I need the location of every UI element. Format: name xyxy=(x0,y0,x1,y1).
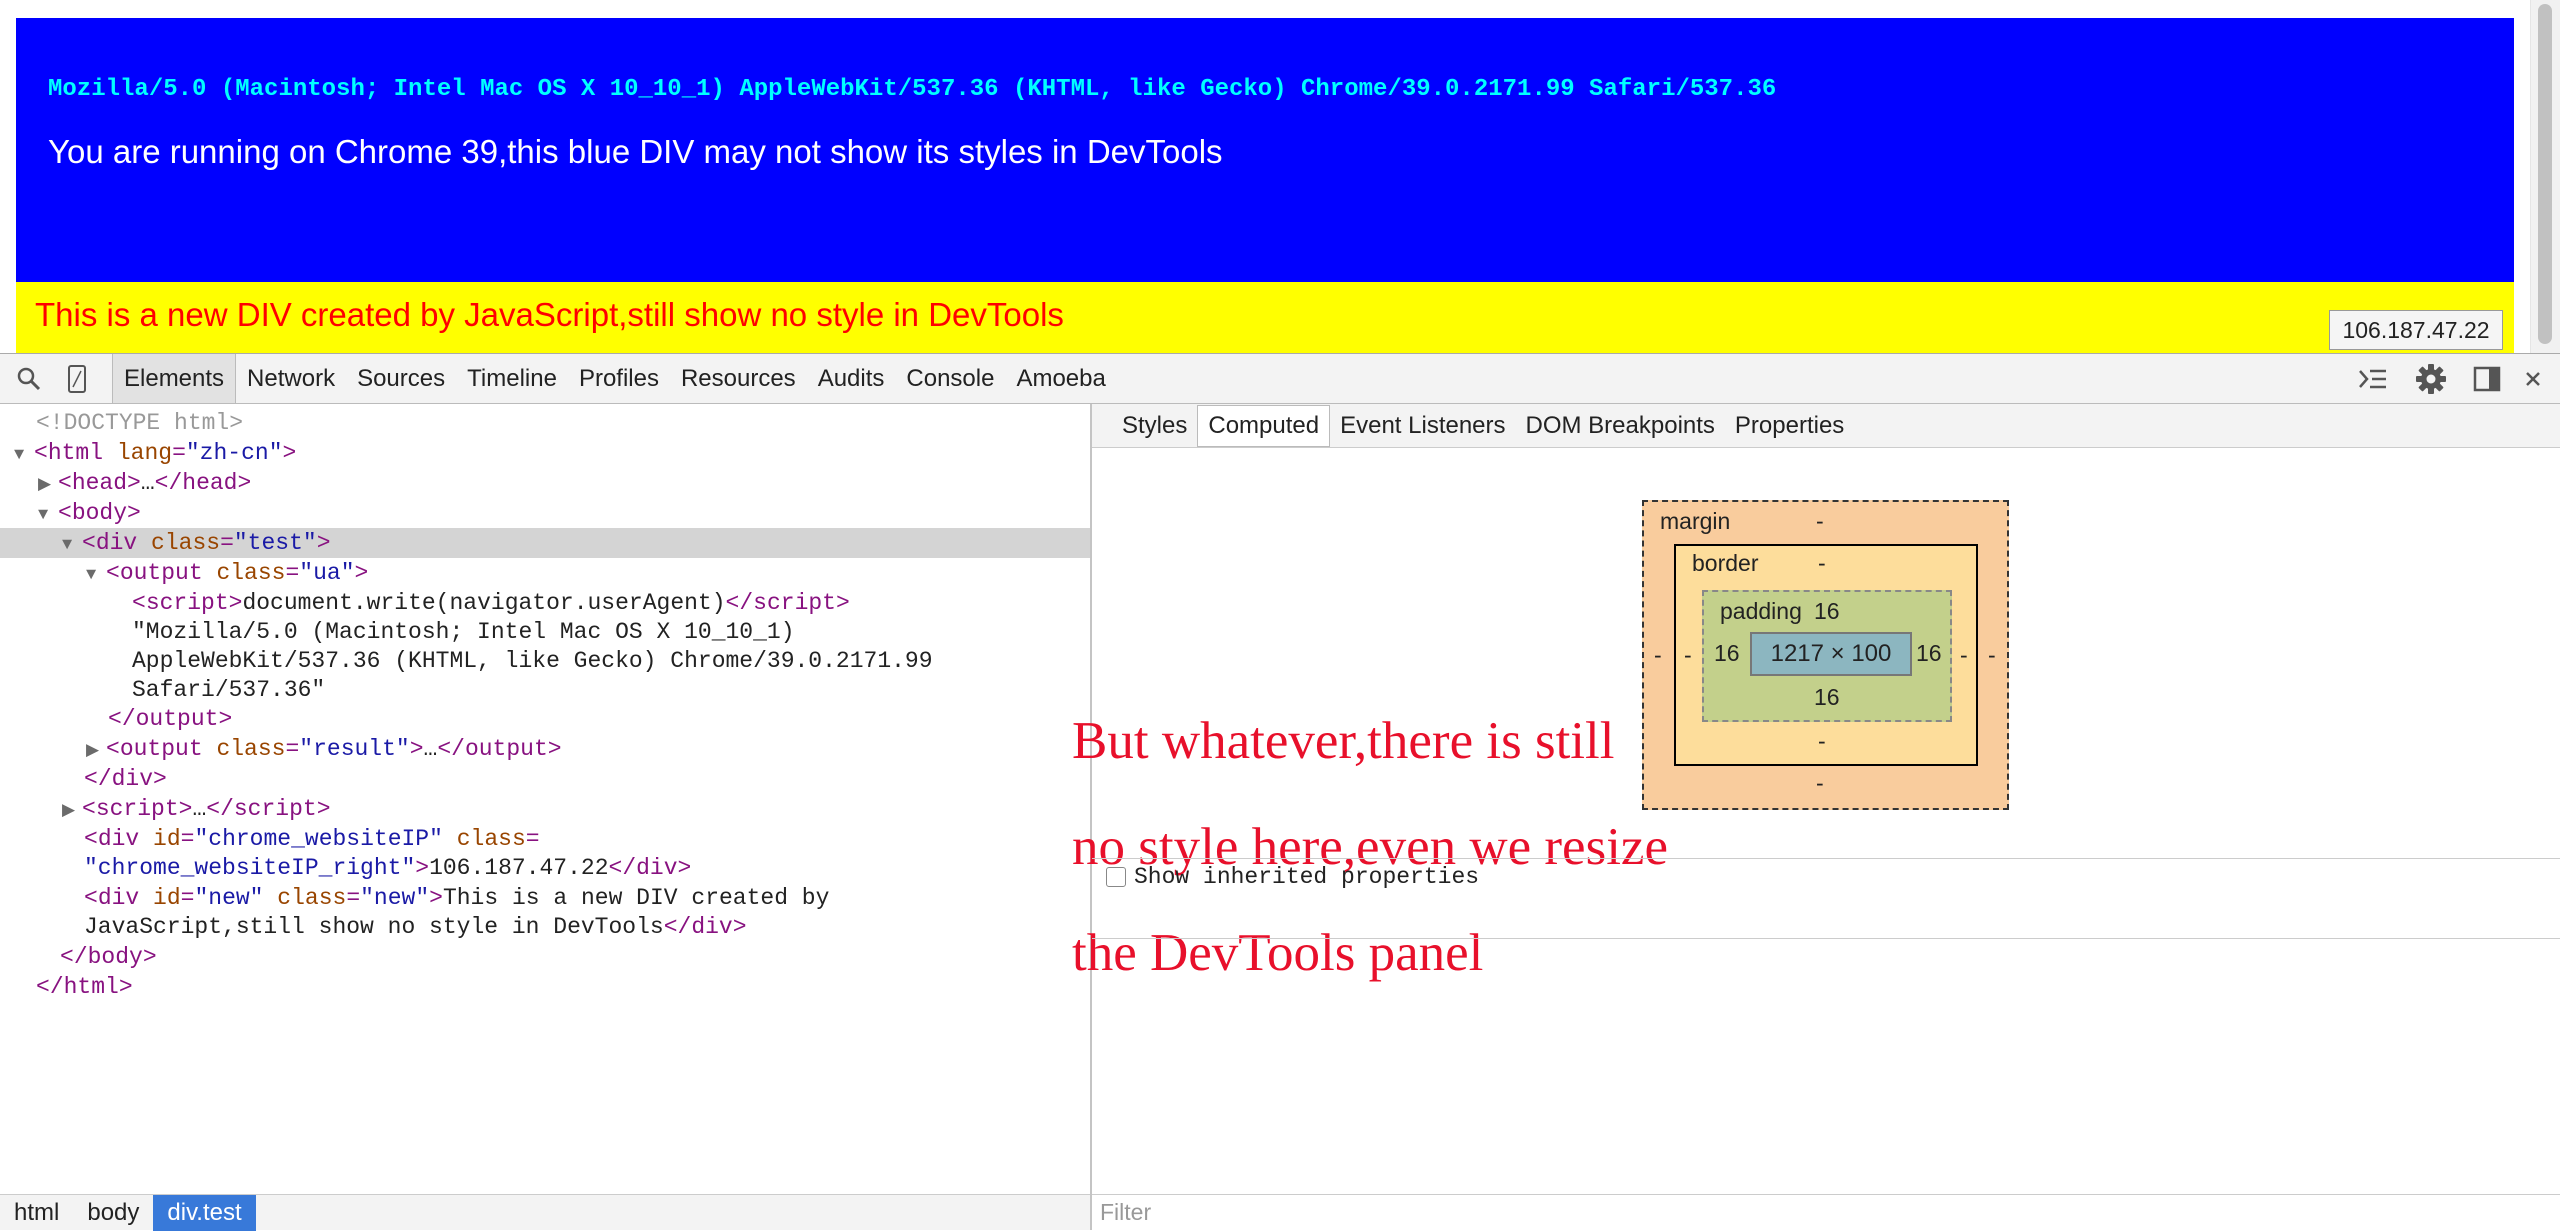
tab-timeline[interactable]: Timeline xyxy=(456,354,568,403)
breadcrumb-body[interactable]: body xyxy=(73,1195,153,1231)
device-mode-icon[interactable] xyxy=(60,362,94,396)
tab-dom-breakpoints[interactable]: DOM Breakpoints xyxy=(1516,406,1725,446)
box-model-margin[interactable]: margin - - - - border - - - - padding 16… xyxy=(1642,500,2009,810)
border-top-value[interactable]: - xyxy=(1818,550,1826,577)
dom-div-close-node[interactable]: </div> xyxy=(84,764,167,794)
expand-triangle-icon[interactable]: ▼ xyxy=(86,561,106,591)
dom-html-node[interactable]: ▼ <html lang="zh-cn"> xyxy=(14,438,296,468)
collapse-triangle-icon[interactable]: ▶ xyxy=(86,737,106,767)
dock-icon[interactable] xyxy=(2470,362,2504,396)
box-model-content[interactable]: 1217 × 100 xyxy=(1750,632,1912,676)
dom-div-test-node-selected[interactable]: ▼ <div class="test"> xyxy=(0,528,1090,558)
dom-ip-div-node[interactable]: <div id="chrome_websiteIP" class= xyxy=(84,824,540,854)
tab-profiles[interactable]: Profiles xyxy=(568,354,670,403)
padding-right-value[interactable]: 16 xyxy=(1916,640,1942,667)
border-right-value[interactable]: - xyxy=(1960,642,1968,669)
box-model-padding[interactable]: padding 16 16 16 16 1217 × 100 xyxy=(1702,590,1952,722)
border-label: border xyxy=(1692,550,1759,576)
gear-icon[interactable] xyxy=(2414,362,2448,396)
breadcrumb-html[interactable]: html xyxy=(0,1195,73,1231)
padding-label: padding xyxy=(1720,598,1802,624)
sidebar-tab-bar: Styles Computed Event Listeners DOM Brea… xyxy=(1092,404,2560,448)
dom-doctype-node[interactable]: <!DOCTYPE html> xyxy=(36,408,243,438)
padding-top-value[interactable]: 16 xyxy=(1814,598,1840,625)
show-inherited-label: Show inherited properties xyxy=(1134,864,1480,890)
devtools-tab-bar: Elements Network Sources Timeline Profil… xyxy=(112,354,1117,403)
dom-output-result-node[interactable]: ▶ <output class="result">…</output> xyxy=(86,734,562,764)
dom-script-collapsed-node[interactable]: ▶ <script>…</script> xyxy=(62,794,331,824)
show-inherited-checkbox[interactable] xyxy=(1106,867,1126,887)
tab-console[interactable]: Console xyxy=(895,354,1005,403)
border-left-value[interactable]: - xyxy=(1684,642,1692,669)
new-div-text: This is a new DIV created by JavaScript,… xyxy=(35,296,1064,333)
border-bottom-value[interactable]: - xyxy=(1818,728,1826,755)
box-model-diagram: margin - - - - border - - - - padding 16… xyxy=(1642,500,2009,810)
dom-body-node[interactable]: ▼ <body> xyxy=(38,498,141,528)
elements-dom-tree: <!DOCTYPE html> ▼ <html lang="zh-cn"> ▶ <h… xyxy=(0,404,1090,1194)
dom-output-close-node[interactable]: </output> xyxy=(108,704,232,734)
dom-text-node[interactable]: Safari/537.36" xyxy=(132,675,325,705)
tab-audits[interactable]: Audits xyxy=(807,354,896,403)
dom-text-node[interactable]: "Mozilla/5.0 (Macintosh; Intel Mac OS X … xyxy=(132,617,795,647)
tab-event-listeners[interactable]: Event Listeners xyxy=(1330,406,1515,446)
ip-address-box: 106.187.47.22 xyxy=(2329,310,2503,350)
page-scrollbar[interactable] xyxy=(2530,0,2560,353)
tab-properties[interactable]: Properties xyxy=(1725,406,1854,446)
dom-doctype-text: <!DOCTYPE html> xyxy=(36,410,244,436)
page-scrollbar-thumb[interactable] xyxy=(2538,4,2552,344)
dom-head-node[interactable]: ▶ <head>…</head> xyxy=(38,468,251,498)
tab-amoeba[interactable]: Amoeba xyxy=(1005,354,1116,403)
web-page: Mozilla/5.0 (Macintosh; Intel Mac OS X 1… xyxy=(0,0,2560,353)
filter-input[interactable]: Filter xyxy=(1092,1194,2560,1230)
collapse-triangle-icon[interactable]: ▶ xyxy=(38,471,58,501)
expand-triangle-icon[interactable]: ▼ xyxy=(38,501,58,531)
tab-sources[interactable]: Sources xyxy=(346,354,456,403)
dom-script-node[interactable]: <script>document.write(navigator.userAge… xyxy=(132,588,850,618)
close-icon[interactable] xyxy=(2516,362,2550,396)
expand-triangle-icon[interactable]: ▼ xyxy=(62,531,82,561)
dom-html-close-node[interactable]: </html> xyxy=(36,972,133,1002)
console-drawer-icon[interactable] xyxy=(2356,362,2390,396)
tag-name: html xyxy=(47,440,104,466)
expand-triangle-icon[interactable]: ▼ xyxy=(14,441,34,471)
devtools-toolbar: Elements Network Sources Timeline Profil… xyxy=(0,353,2560,404)
tab-computed[interactable]: Computed xyxy=(1197,404,1331,447)
divider xyxy=(1092,858,2560,859)
margin-left-value[interactable]: - xyxy=(1654,642,1662,669)
search-icon[interactable] xyxy=(12,362,46,396)
chrome-version-message: You are running on Chrome 39,this blue D… xyxy=(48,133,1223,170)
dom-ip-div-node-cont[interactable]: "chrome_websiteIP_right">106.187.47.22</… xyxy=(84,853,691,883)
collapse-triangle-icon[interactable]: ▶ xyxy=(62,797,82,827)
box-model-border[interactable]: border - - - - padding 16 16 16 16 1217 … xyxy=(1674,544,1978,766)
tab-elements[interactable]: Elements xyxy=(112,354,237,403)
dom-new-div-node[interactable]: <div id="new" class="new">This is a new … xyxy=(84,883,829,913)
margin-bottom-value[interactable]: - xyxy=(1816,770,1824,797)
dom-body-close-node[interactable]: </body> xyxy=(60,942,157,972)
annotation-line: But whatever,there is still xyxy=(1072,712,1615,770)
margin-top-value[interactable]: - xyxy=(1816,508,1824,535)
tab-network[interactable]: Network xyxy=(236,354,346,403)
tab-resources[interactable]: Resources xyxy=(670,354,807,403)
margin-label: margin xyxy=(1660,508,1731,534)
user-agent-text: Mozilla/5.0 (Macintosh; Intel Mac OS X 1… xyxy=(48,76,1777,103)
breadcrumb: html body div.test xyxy=(0,1194,1090,1231)
padding-left-value[interactable]: 16 xyxy=(1714,640,1740,667)
annotation-line: the DevTools panel xyxy=(1072,924,1484,982)
dom-new-div-node-cont[interactable]: JavaScript,still show no style in DevToo… xyxy=(84,912,747,942)
margin-right-value[interactable]: - xyxy=(1988,642,1996,669)
tab-styles[interactable]: Styles xyxy=(1112,406,1197,446)
show-inherited-row[interactable]: Show inherited properties xyxy=(1106,864,1479,890)
padding-bottom-value[interactable]: 16 xyxy=(1814,684,1840,711)
dom-output-ua-node[interactable]: ▼ <output class="ua"> xyxy=(86,558,368,588)
divider xyxy=(1092,938,2560,939)
breadcrumb-div-test[interactable]: div.test xyxy=(153,1194,256,1231)
red-annotation: But whatever,there is still no style her… xyxy=(1072,688,1668,1006)
dom-text-node[interactable]: AppleWebKit/537.36 (KHTML, like Gecko) C… xyxy=(132,646,933,676)
